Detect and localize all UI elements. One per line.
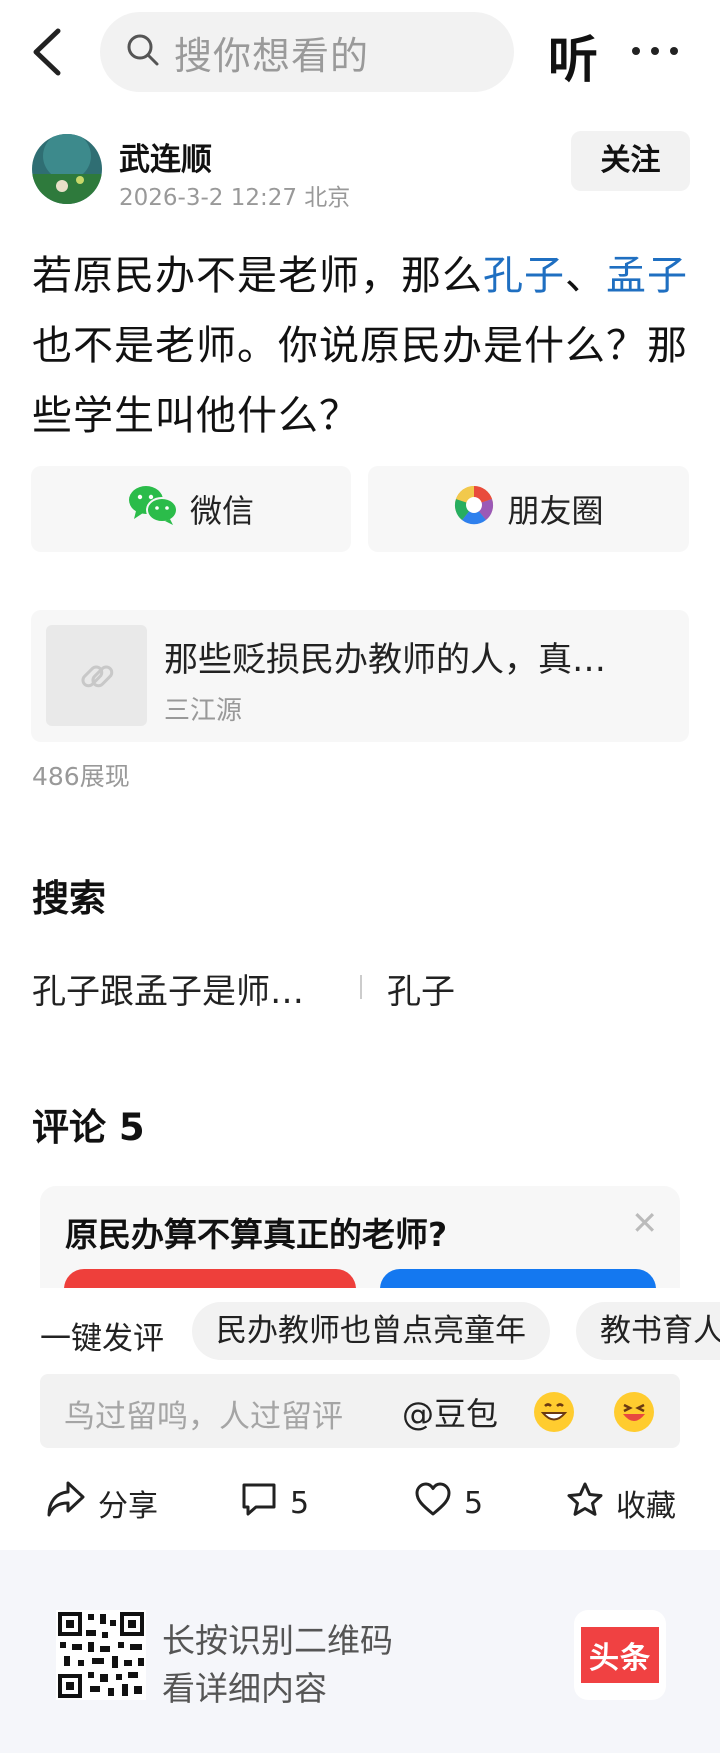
grin-emoji-icon[interactable] xyxy=(534,1392,574,1432)
article-text-part2: 也不是老师。你说原民办是什么？那些学生叫他什么？ xyxy=(32,323,688,439)
link-title: 那些贬损民办教师的人，真… xyxy=(164,640,606,680)
favorite-action[interactable]: 收藏 xyxy=(566,1480,676,1526)
suggestion-divider xyxy=(360,975,362,999)
search-section-title: 搜索 xyxy=(32,877,106,920)
article-link-kongzi[interactable]: 孔子 xyxy=(483,253,565,299)
close-icon[interactable]: ✕ xyxy=(631,1204,658,1242)
author-name[interactable]: 武连顺 xyxy=(119,134,212,179)
qr-code-icon xyxy=(56,1610,146,1700)
search-placeholder: 搜你想看的 xyxy=(174,33,370,78)
link-icon xyxy=(46,625,147,726)
quick-comment-chip[interactable]: 民办教师也曾点亮童年 xyxy=(192,1302,550,1360)
link-card[interactable]: 那些贬损民办教师的人，真… 三江源 xyxy=(31,610,689,742)
like-count: 5 xyxy=(464,1485,484,1521)
like-action[interactable]: 5 xyxy=(414,1480,483,1526)
search-suggestion[interactable]: 孔子跟孟子是师… xyxy=(32,964,304,1013)
poll-option-blue[interactable] xyxy=(380,1269,656,1288)
heart-icon xyxy=(414,1481,464,1525)
comment-icon xyxy=(240,1481,290,1525)
search-icon xyxy=(126,33,160,71)
article-text-part1: 若原民办不是老师，那么 xyxy=(32,253,483,299)
comment-action[interactable]: 5 xyxy=(240,1480,309,1526)
comments-title: 评论 5 xyxy=(32,1106,145,1149)
share-arrow-icon xyxy=(46,1480,98,1526)
article-text: 若原民办不是老师，那么孔子、孟子也不是老师。你说原民办是什么？那些学生叫他什么？ xyxy=(32,241,694,451)
search-suggestion[interactable]: 孔子 xyxy=(387,964,455,1013)
share-action[interactable]: 分享 xyxy=(46,1480,158,1526)
favorite-label: 收藏 xyxy=(616,1489,676,1524)
comment-input[interactable]: 鸟过留鸣，人过留评 @豆包 xyxy=(40,1374,680,1448)
share-moments-label: 朋友圈 xyxy=(507,492,604,530)
more-icon[interactable] xyxy=(630,36,680,66)
laugh-emoji-icon[interactable] xyxy=(614,1392,654,1432)
share-wechat-label: 微信 xyxy=(189,492,254,530)
view-count: 486展现 xyxy=(32,762,130,791)
follow-button[interactable]: 关注 xyxy=(571,131,690,191)
quick-comment-chip[interactable]: 教书育人 xyxy=(576,1302,720,1360)
avatar[interactable] xyxy=(32,134,102,204)
poll-card: 原民办算不算真正的老师? ✕ xyxy=(40,1186,680,1288)
article-separator: 、 xyxy=(565,253,606,299)
comment-placeholder: 鸟过留鸣，人过留评 xyxy=(64,1399,343,1435)
moments-icon xyxy=(453,484,495,534)
share-moments-button[interactable]: 朋友圈 xyxy=(368,466,689,552)
toutiao-logo: 头条 xyxy=(574,1610,666,1700)
poll-question: 原民办算不算真正的老师? xyxy=(65,1215,448,1254)
poll-option-red[interactable] xyxy=(64,1269,356,1288)
footer-line2: 看详细内容 xyxy=(162,1669,327,1708)
back-icon[interactable] xyxy=(30,28,70,76)
article-link-mengzi[interactable]: 孟子 xyxy=(606,253,688,299)
listen-button[interactable]: 听 xyxy=(548,20,598,92)
post-meta: 2026-3-2 12:27 北京 xyxy=(119,185,351,211)
star-icon xyxy=(566,1481,616,1525)
footer-line1: 长按识别二维码 xyxy=(162,1621,393,1660)
quick-comment-label: 一键发评 xyxy=(40,1321,164,1357)
link-source: 三江源 xyxy=(164,696,243,726)
mention-doubao-button[interactable]: @豆包 xyxy=(402,1389,498,1435)
wechat-icon xyxy=(128,484,178,534)
share-action-label: 分享 xyxy=(98,1489,158,1524)
share-wechat-button[interactable]: 微信 xyxy=(31,466,351,552)
footer-banner: 长按识别二维码 看详细内容 头条 xyxy=(0,1550,720,1753)
toutiao-logo-text: 头条 xyxy=(581,1627,659,1683)
comment-count: 5 xyxy=(290,1485,310,1521)
search-input[interactable]: 搜你想看的 xyxy=(100,12,514,92)
